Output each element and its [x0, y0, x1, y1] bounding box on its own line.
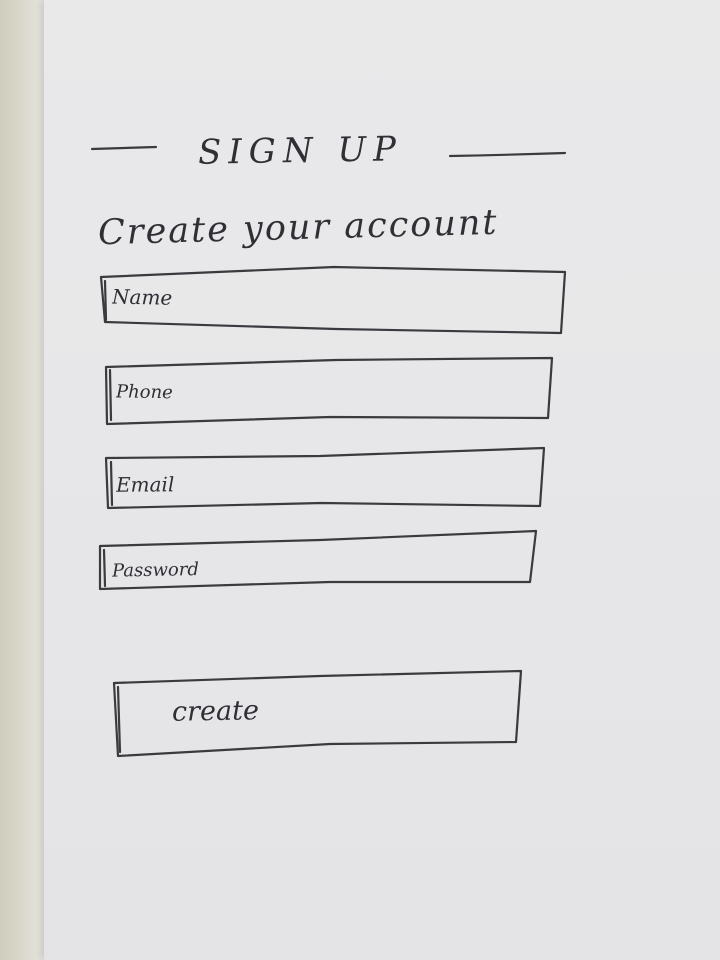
heading-rule-left: [90, 145, 158, 151]
email-field-outline-inner: [109, 460, 114, 507]
phone-field-outline-inner: [108, 368, 113, 422]
password-field-outline-inner: [102, 548, 107, 588]
page-title: SIGN UP: [197, 129, 404, 173]
email-input[interactable]: [115, 464, 527, 502]
heading-rule-right: [448, 151, 567, 158]
name-field-outline-inner: [103, 279, 108, 322]
create-account-button[interactable]: create: [118, 676, 516, 746]
create-button-label: create: [171, 695, 260, 728]
